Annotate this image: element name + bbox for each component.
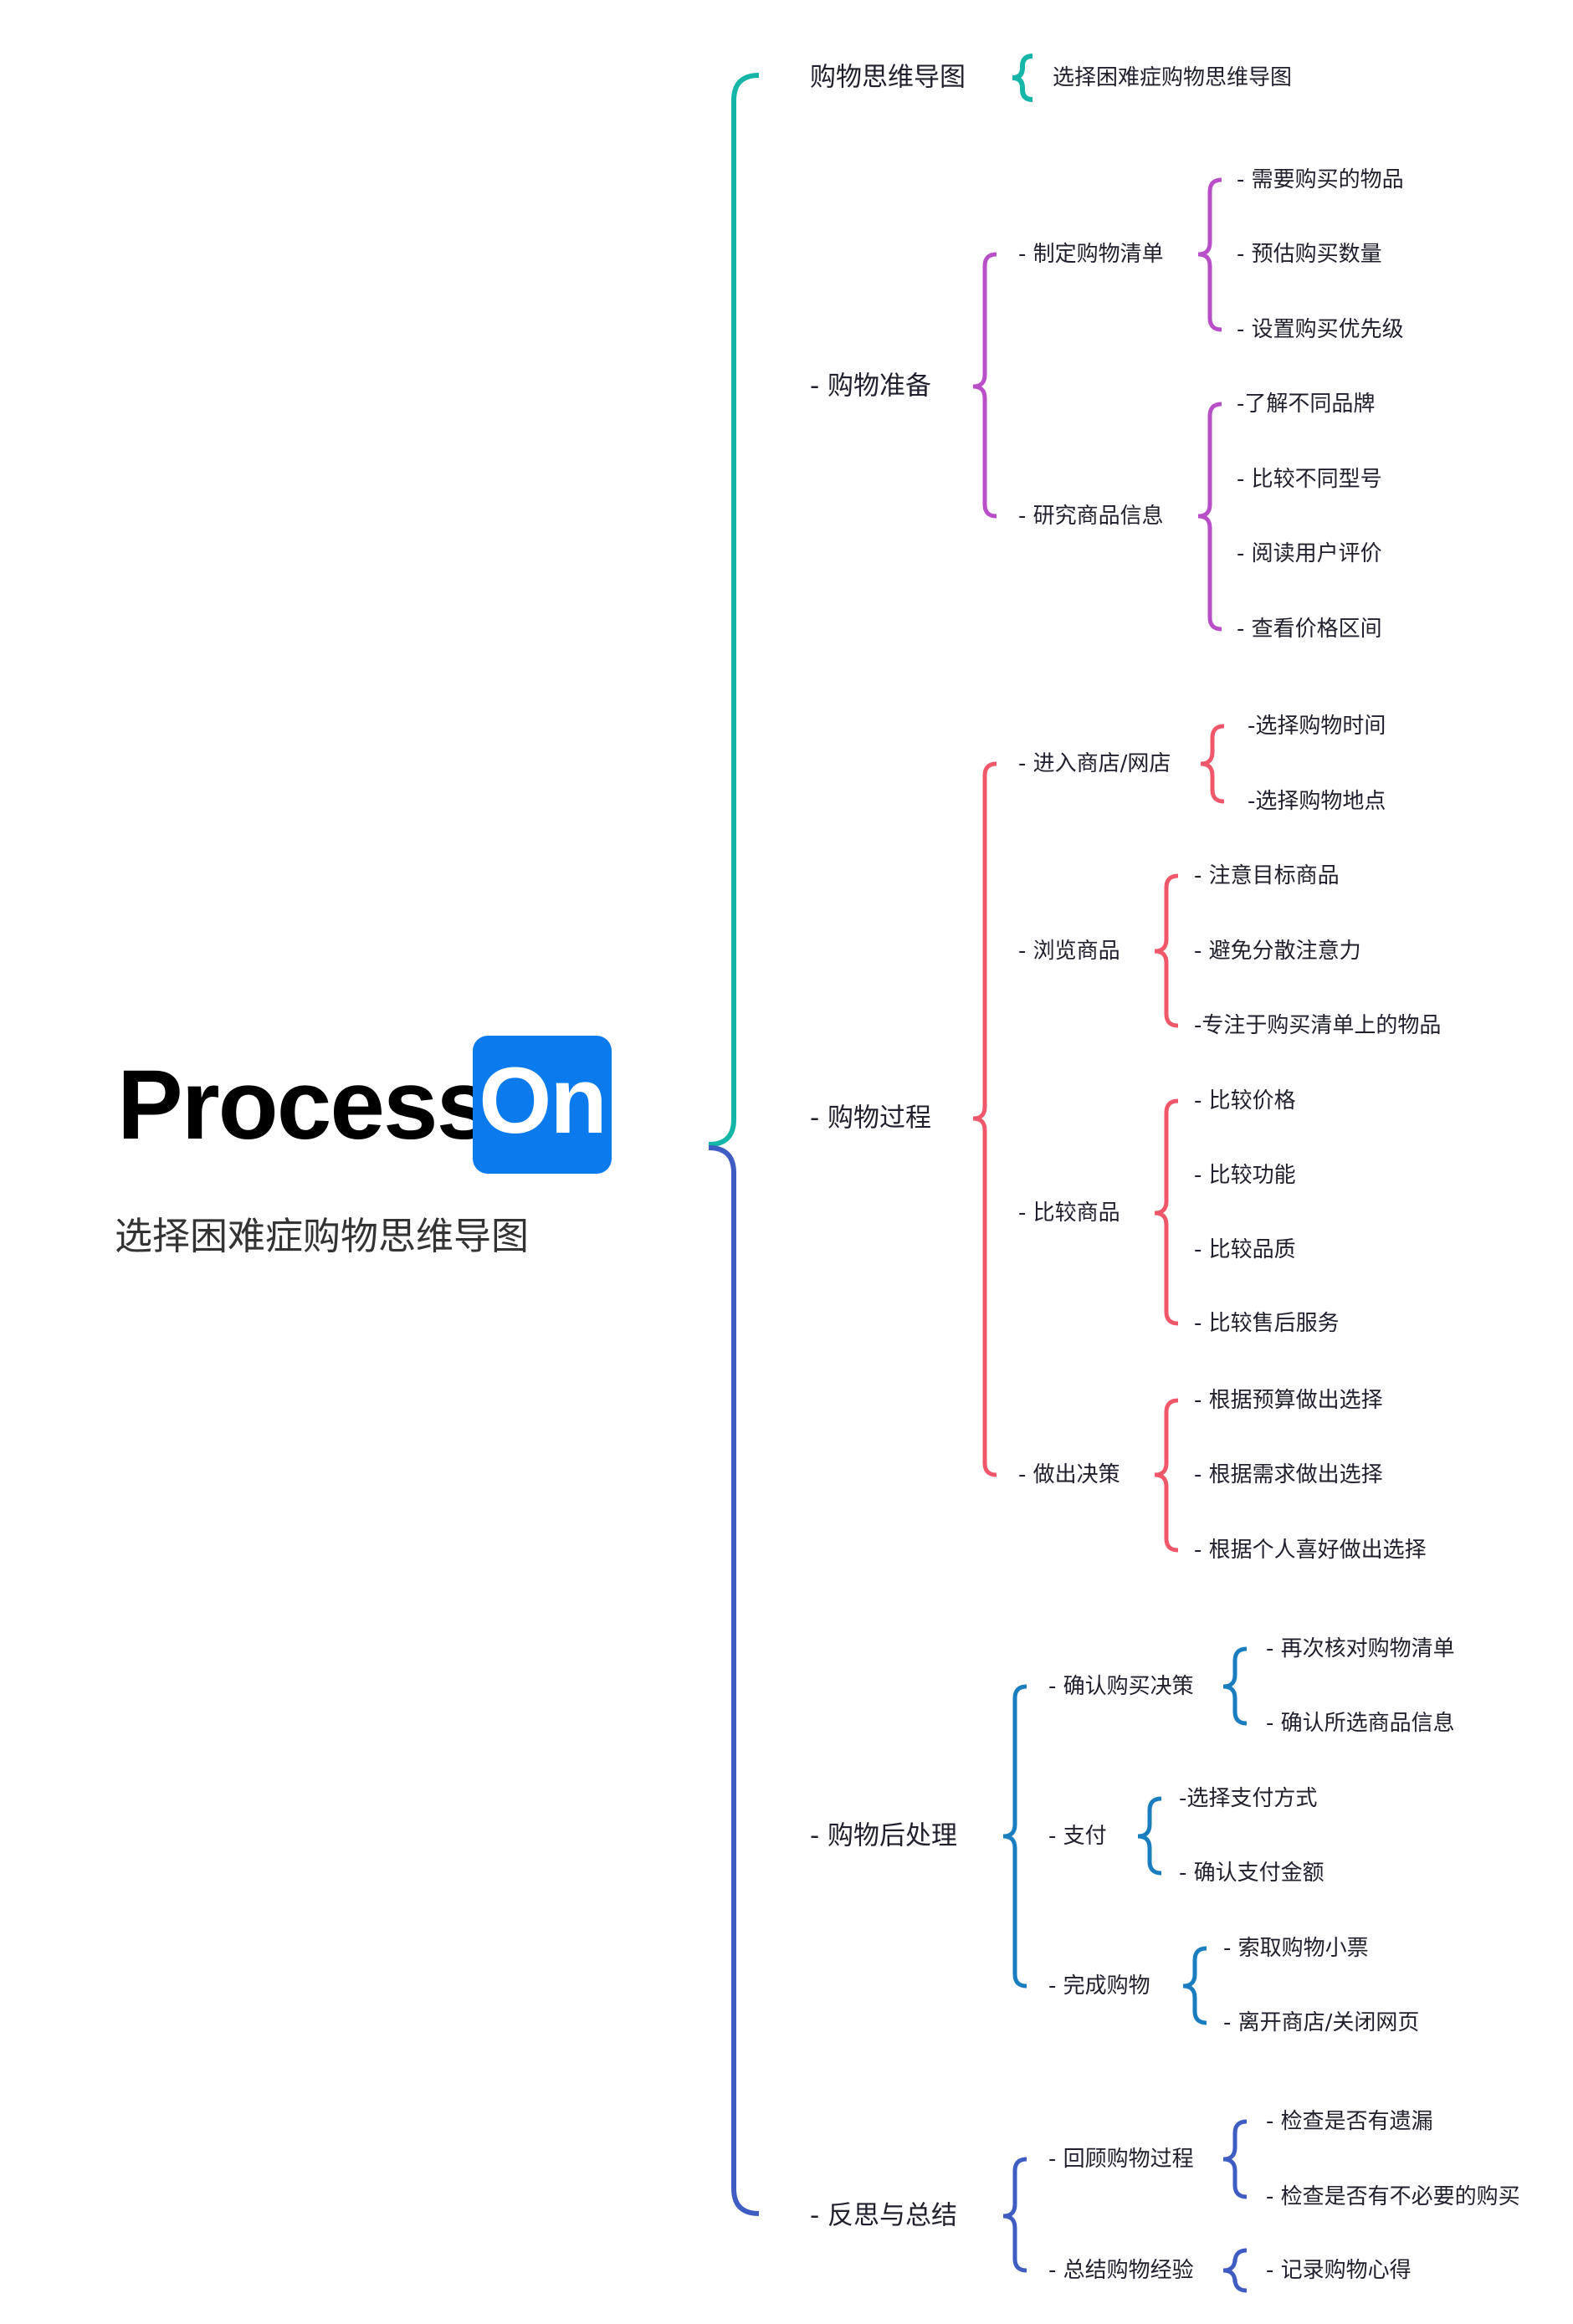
brace-make-list bbox=[1197, 177, 1222, 332]
root-brace-lower bbox=[708, 1145, 760, 2216]
node-summarize-experience[interactable]: - 总结购物经验 bbox=[1048, 2260, 1194, 2281]
leaf[interactable]: - 避免分散注意力 bbox=[1194, 940, 1361, 962]
branch-reflection[interactable]: - 反思与总结 bbox=[810, 2203, 957, 2229]
leaf[interactable]: - 比较售后服务 bbox=[1194, 1313, 1340, 1334]
leaf[interactable]: - 查看价格区间 bbox=[1237, 618, 1382, 640]
branch-post-processing[interactable]: - 购物后处理 bbox=[810, 1823, 957, 1850]
brace-confirm-decision bbox=[1222, 1646, 1248, 1726]
brace-complete-purchase bbox=[1182, 1946, 1207, 2025]
leaf[interactable]: - 设置购买优先级 bbox=[1237, 319, 1404, 340]
branch-process[interactable]: - 购物过程 bbox=[810, 1105, 931, 1132]
leaf[interactable]: - 需要购买的物品 bbox=[1237, 169, 1404, 191]
leaf[interactable]: - 比较价格 bbox=[1194, 1090, 1296, 1112]
brace-summarize-experience bbox=[1222, 2248, 1248, 2293]
node-title-description[interactable]: 选择困难症购物思维导图 bbox=[1053, 67, 1292, 89]
branch-mindmap-title[interactable]: 购物思维导图 bbox=[810, 64, 966, 91]
leaf[interactable]: -选择购物地点 bbox=[1248, 791, 1386, 812]
leaf[interactable]: -选择购物时间 bbox=[1248, 715, 1386, 737]
mindmap-connectors bbox=[708, 54, 1248, 2293]
leaf[interactable]: - 比较不同型号 bbox=[1237, 468, 1382, 490]
brace-title bbox=[1012, 54, 1033, 102]
leaf[interactable]: -选择支付方式 bbox=[1179, 1788, 1317, 1810]
node-enter-store[interactable]: - 进入商店/网店 bbox=[1018, 753, 1171, 775]
brace-review-process bbox=[1222, 2119, 1248, 2199]
brace-payment bbox=[1137, 1796, 1162, 1876]
leaf[interactable]: - 检查是否有遗漏 bbox=[1266, 2111, 1433, 2132]
logo-badge: On bbox=[473, 1036, 612, 1174]
leaf[interactable]: - 比较品质 bbox=[1194, 1239, 1296, 1261]
leaf[interactable]: - 根据需求做出选择 bbox=[1194, 1464, 1383, 1486]
root-brace-upper bbox=[708, 73, 760, 1147]
brace-compare bbox=[1154, 1098, 1179, 1326]
node-review-process[interactable]: - 回顾购物过程 bbox=[1048, 2148, 1194, 2170]
brace-research-info bbox=[1197, 402, 1222, 632]
leaf[interactable]: - 阅读用户评价 bbox=[1237, 543, 1382, 565]
node-complete-purchase[interactable]: - 完成购物 bbox=[1048, 1975, 1150, 1997]
leaf[interactable]: - 预估购买数量 bbox=[1237, 243, 1382, 265]
leaf[interactable]: - 再次核对购物清单 bbox=[1266, 1638, 1455, 1660]
leaf[interactable]: -专注于购买清单上的物品 bbox=[1194, 1015, 1441, 1037]
brace-post-processing bbox=[1002, 1684, 1027, 1989]
node-compare[interactable]: - 比较商品 bbox=[1018, 1202, 1120, 1224]
leaf[interactable]: - 索取购物小票 bbox=[1223, 1938, 1369, 1959]
logo-badge-text: On bbox=[479, 1048, 607, 1153]
leaf[interactable]: - 根据个人喜好做出选择 bbox=[1194, 1539, 1427, 1561]
brace-preparation bbox=[972, 252, 997, 519]
leaf[interactable]: - 注意目标商品 bbox=[1194, 865, 1340, 887]
node-decide[interactable]: - 做出决策 bbox=[1018, 1464, 1120, 1486]
leaf[interactable]: - 根据预算做出选择 bbox=[1194, 1390, 1383, 1411]
node-browse[interactable]: - 浏览商品 bbox=[1018, 940, 1120, 962]
node-confirm-decision[interactable]: - 确认购买决策 bbox=[1048, 1676, 1194, 1697]
brace-enter-store bbox=[1200, 724, 1225, 804]
node-make-list[interactable]: - 制定购物清单 bbox=[1018, 243, 1164, 265]
leaf[interactable]: - 确认所选商品信息 bbox=[1266, 1712, 1455, 1734]
leaf[interactable]: - 记录购物心得 bbox=[1266, 2260, 1412, 2281]
brace-decide bbox=[1154, 1398, 1179, 1553]
brace-reflection bbox=[1002, 2157, 1027, 2273]
branch-preparation[interactable]: - 购物准备 bbox=[810, 373, 931, 400]
leaf[interactable]: - 确认支付金额 bbox=[1179, 1862, 1324, 1884]
brace-browse bbox=[1154, 873, 1179, 1028]
leaf[interactable]: - 检查是否有不必要的购买 bbox=[1266, 2186, 1520, 2208]
node-payment[interactable]: - 支付 bbox=[1048, 1825, 1107, 1847]
logo-wordmark: Process bbox=[117, 1050, 491, 1160]
leaf[interactable]: - 离开商店/关闭网页 bbox=[1223, 2012, 1419, 2034]
diagram-subtitle: 选择困难症购物思维导图 bbox=[115, 1214, 530, 1258]
brace-process bbox=[972, 761, 997, 1477]
leaf[interactable]: - 比较功能 bbox=[1194, 1165, 1296, 1186]
node-research-info[interactable]: - 研究商品信息 bbox=[1018, 505, 1164, 527]
leaf[interactable]: -了解不同品牌 bbox=[1237, 393, 1375, 415]
